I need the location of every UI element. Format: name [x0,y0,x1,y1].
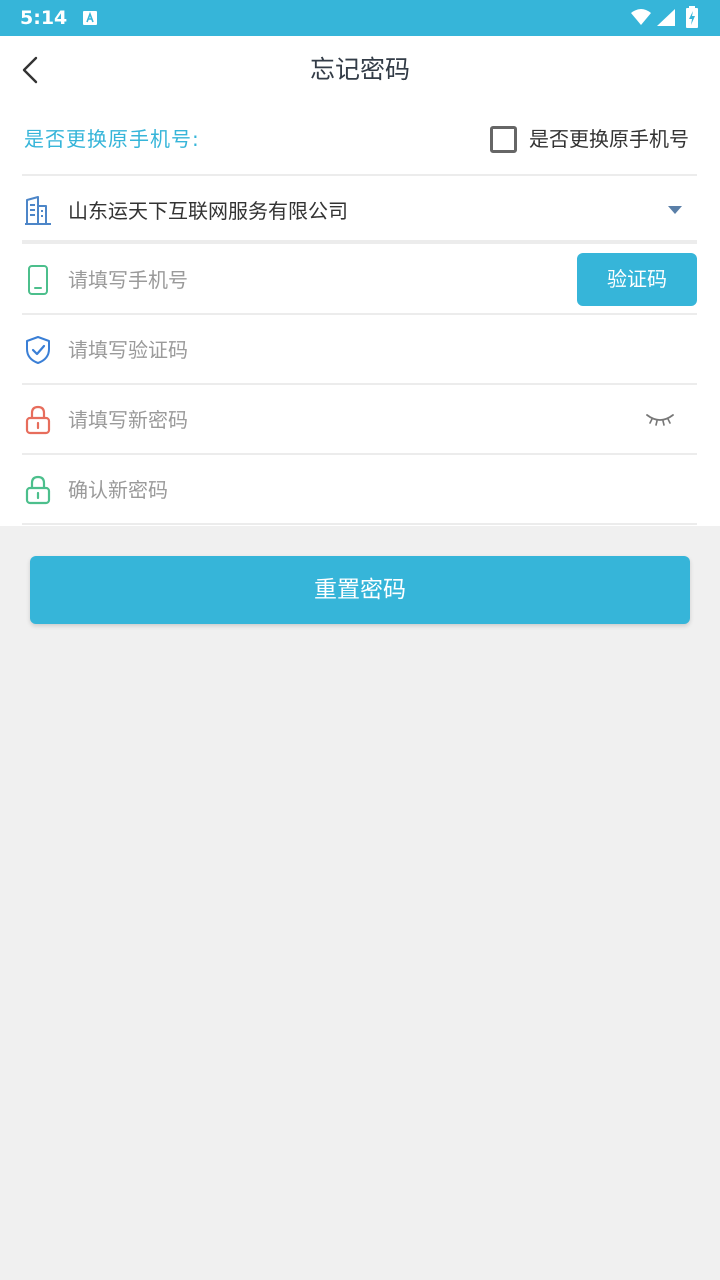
reset-password-button[interactable]: 重置密码 [30,556,690,624]
phone-icon [28,265,48,295]
code-row [22,315,697,385]
wifi-icon [631,9,651,25]
confirm-password-input[interactable] [68,478,548,502]
eye-closed-icon[interactable] [645,409,675,429]
signal-icon [657,9,675,26]
phone-row: 验证码 [22,245,697,315]
change-phone-label: 是否更换原手机号: [24,127,200,151]
checkbox-box[interactable] [490,125,517,153]
get-code-button[interactable]: 验证码 [577,253,697,306]
lock-icon [25,405,51,435]
phone-input[interactable] [68,268,548,292]
status-bar: 5:14 [0,0,720,36]
shield-check-icon [26,336,50,364]
confirm-password-row [22,455,697,525]
company-select[interactable]: 山东运天下互联网服务有限公司 [22,174,697,244]
new-password-row [22,385,697,455]
company-value: 山东运天下互联网服务有限公司 [68,199,348,223]
new-password-input[interactable] [68,408,548,432]
change-phone-checkbox[interactable]: 是否更换原手机号 [490,122,689,156]
page-title: 忘记密码 [309,55,410,84]
building-icon [25,196,51,225]
code-input[interactable] [68,338,548,362]
battery-charging-icon [686,6,698,28]
lock-icon [25,475,51,505]
status-time: 5:14 [20,7,68,29]
change-phone-checkbox-label: 是否更换原手机号 [529,127,689,151]
app-notification-icon [83,11,97,25]
caret-down-icon[interactable] [667,205,683,215]
